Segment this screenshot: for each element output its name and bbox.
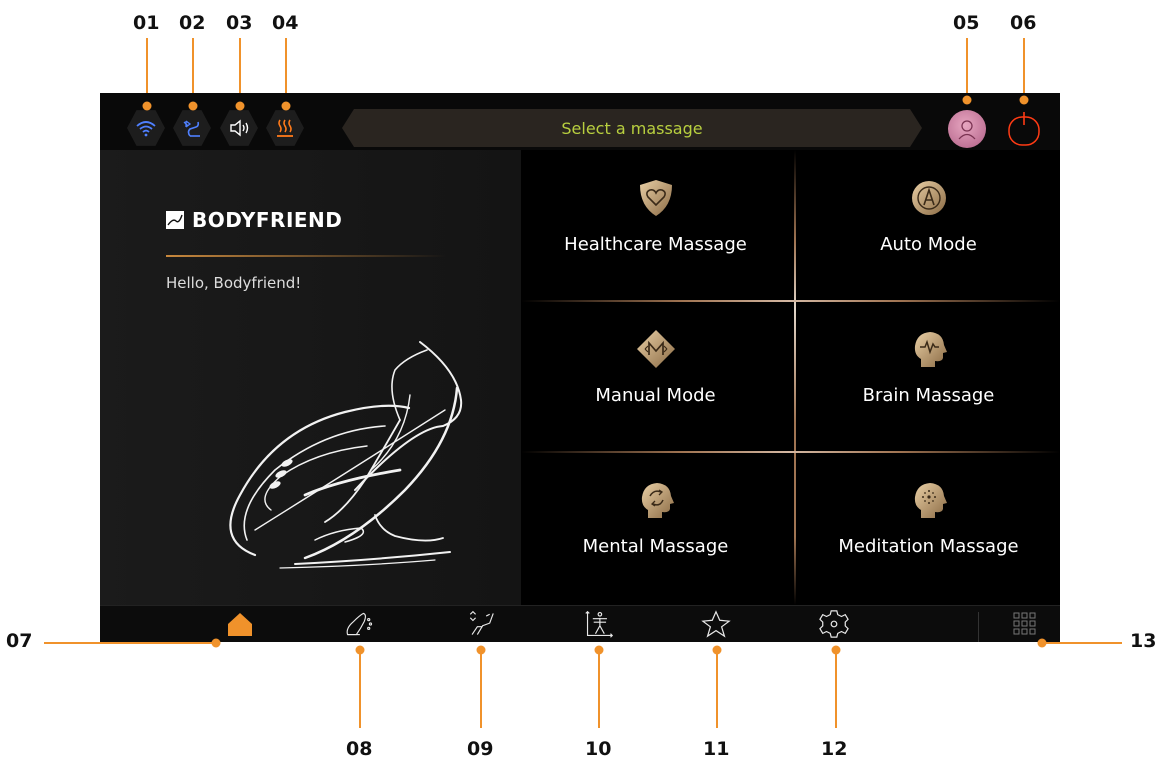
- callout-line-12: [835, 650, 837, 728]
- callout-01: 01: [133, 12, 160, 34]
- nav-body-scan[interactable]: [584, 609, 614, 639]
- menu-item-auto-mode[interactable]: Auto Mode: [794, 150, 1060, 301]
- menu-item-meditation-massage[interactable]: Meditation Massage: [794, 452, 1060, 603]
- callout-12: 12: [821, 738, 848, 760]
- menu-label: Manual Mode: [595, 385, 716, 406]
- massage-menu-grid: Healthcare Massage Auto Mode Manual Mode: [521, 150, 1060, 605]
- callout-line-06: [1023, 38, 1025, 100]
- callout-dot-09: [476, 645, 486, 655]
- title-bar: Select a massage: [342, 109, 922, 147]
- callout-10: 10: [585, 738, 612, 760]
- callout-dot-02: [188, 101, 198, 111]
- callout-line-05: [966, 38, 968, 100]
- apps-grid-icon: [1013, 612, 1036, 635]
- callout-dot-12: [831, 645, 841, 655]
- user-avatar[interactable]: [948, 110, 986, 148]
- bluetooth-icon[interactable]: [173, 110, 211, 146]
- callout-dot-08: [355, 645, 365, 655]
- callout-dot-03: [235, 101, 245, 111]
- brain-pulse-icon: [914, 332, 947, 367]
- menu-item-manual-mode[interactable]: Manual Mode: [521, 301, 790, 452]
- home-icon: [228, 613, 252, 636]
- callout-line-08: [359, 650, 361, 728]
- greeting-text: Hello, Bodyfriend!: [166, 274, 302, 292]
- menu-item-healthcare-massage[interactable]: Healthcare Massage: [521, 150, 790, 301]
- callout-09: 09: [467, 738, 494, 760]
- callout-11: 11: [703, 738, 730, 760]
- heat-icon[interactable]: [266, 110, 304, 146]
- recline-icon: [469, 610, 494, 635]
- manual-m-icon: [636, 330, 675, 368]
- callout-dot-05: [962, 95, 972, 105]
- top-bar: Select a massage: [100, 93, 1060, 150]
- nav-home[interactable]: [225, 609, 255, 639]
- nav-apps[interactable]: [1010, 609, 1040, 639]
- nav-divider: [978, 612, 979, 642]
- bottom-nav: [100, 605, 1060, 642]
- nav-chair-position[interactable]: [344, 609, 374, 639]
- menu-label: Healthcare Massage: [564, 234, 747, 255]
- callout-dot-01: [142, 101, 152, 111]
- welcome-panel: BODYFRIEND Hello, Bodyfriend!: [100, 150, 521, 605]
- volume-icon[interactable]: [220, 110, 258, 146]
- body-scan-icon: [585, 610, 614, 638]
- auto-a-icon: [911, 181, 946, 215]
- callout-line-09: [480, 650, 482, 728]
- device-screen: Select a massage BODYFRIEND Hello, Bodyf…: [100, 93, 1060, 642]
- power-icon: [1008, 112, 1040, 146]
- menu-label: Brain Massage: [862, 385, 995, 406]
- brand-name: BODYFRIEND: [192, 208, 343, 232]
- brand-divider: [166, 255, 446, 257]
- nav-recline[interactable]: [465, 609, 495, 639]
- callout-04: 04: [272, 12, 299, 34]
- callout-dot-11: [712, 645, 722, 655]
- callout-line-13: [1042, 642, 1122, 644]
- callout-dot-10: [594, 645, 604, 655]
- callout-dot-07: [211, 638, 221, 648]
- shield-heart-icon: [639, 180, 672, 216]
- menu-label: Auto Mode: [880, 234, 977, 255]
- power-button[interactable]: [1005, 110, 1043, 148]
- menu-item-brain-massage[interactable]: Brain Massage: [794, 301, 1060, 452]
- menu-label: Meditation Massage: [838, 536, 1019, 557]
- favorite-star-icon: [701, 610, 731, 638]
- callout-dot-13: [1037, 638, 1047, 648]
- chair-position-icon: [346, 612, 373, 636]
- callout-03: 03: [226, 12, 253, 34]
- nav-settings[interactable]: [819, 609, 849, 639]
- callout-line-11: [716, 650, 718, 728]
- brand-logo-icon: [166, 211, 184, 229]
- callout-dot-06: [1019, 95, 1029, 105]
- meditation-icon: [914, 483, 947, 518]
- callout-dot-04: [281, 101, 291, 111]
- massage-chair-illustration: [229, 341, 463, 569]
- callout-02: 02: [179, 12, 206, 34]
- callout-06: 06: [1010, 12, 1037, 34]
- callout-07: 07: [6, 630, 33, 652]
- callout-05: 05: [953, 12, 980, 34]
- wifi-icon[interactable]: [127, 110, 165, 146]
- menu-item-mental-massage[interactable]: Mental Massage: [521, 452, 790, 603]
- callout-line-10: [598, 650, 600, 728]
- mental-cycle-icon: [641, 483, 674, 518]
- menu-label: Mental Massage: [582, 536, 729, 557]
- nav-favorites[interactable]: [701, 609, 731, 639]
- page-title: Select a massage: [561, 118, 703, 138]
- callout-13: 13: [1130, 630, 1157, 652]
- callout-line-07: [44, 642, 216, 644]
- brand: BODYFRIEND: [166, 208, 342, 232]
- settings-gear-icon: [819, 610, 849, 638]
- callout-08: 08: [346, 738, 373, 760]
